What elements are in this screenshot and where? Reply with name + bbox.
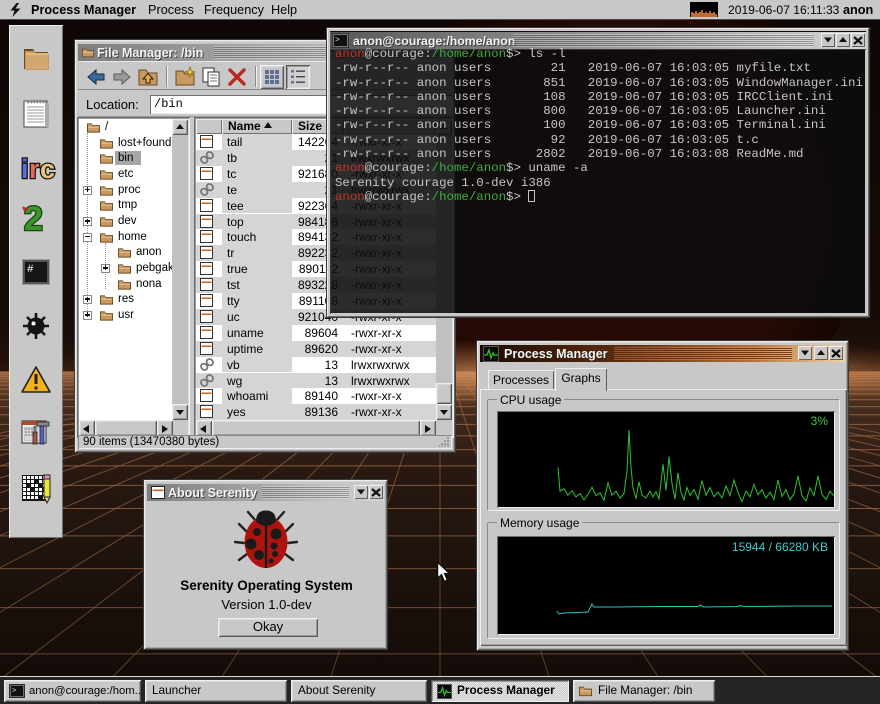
svg-text:r: r: [29, 154, 40, 182]
svg-text:c: c: [40, 154, 55, 182]
svg-text:#: #: [27, 264, 34, 276]
svg-text:>: >: [12, 687, 17, 695]
svg-text:2: 2: [24, 200, 43, 234]
svg-text:i: i: [21, 154, 29, 182]
svg-text:>: >: [335, 36, 340, 45]
